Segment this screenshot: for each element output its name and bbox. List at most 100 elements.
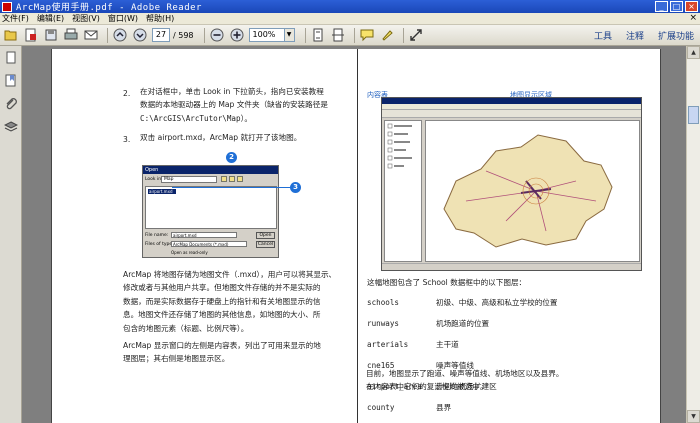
look-in-label: Look in: [145, 177, 163, 182]
arrow-up-icon [113, 28, 127, 42]
comments-tab[interactable]: 注释 [626, 29, 644, 42]
speech-bubble-icon [360, 29, 374, 42]
zoom-level-input[interactable]: 100% [248, 28, 285, 42]
print-button[interactable] [63, 27, 79, 43]
create-pdf-icon [25, 28, 36, 42]
step-2-text: 在对话框中，单击 Look in 下拉箭头，指向已安装教程 数据的本地驱动器上的… [140, 85, 355, 125]
arcmap-screenshot [381, 97, 642, 271]
next-page-button[interactable] [132, 27, 148, 43]
scroll-up-button[interactable]: ▲ [687, 46, 700, 59]
layer-name: arterials [367, 340, 409, 349]
highlight-button[interactable] [379, 27, 395, 43]
expand-button[interactable] [408, 27, 424, 43]
list-number: 2. [123, 89, 131, 98]
arrow-down-icon [133, 28, 147, 42]
bookmarks-button[interactable] [3, 73, 19, 89]
minimize-button[interactable]: _ [655, 1, 668, 12]
tools-tab[interactable]: 工具 [594, 29, 612, 42]
callout-3-line [172, 187, 290, 188]
fit-page-icon [313, 28, 323, 42]
layer-name: runways [367, 319, 400, 328]
comment-button[interactable] [359, 27, 375, 43]
menu-bar: 文件(F) 编辑(E) 视图(V) 窗口(W) 帮助(H) × [0, 13, 700, 25]
layer-desc: 县界 [436, 403, 452, 412]
bookmark-icon [5, 74, 16, 87]
minus-circle-icon [210, 28, 224, 42]
zoom-in-button[interactable] [229, 27, 245, 43]
layer-desc: 初级、中级、高级和私立学校的位置 [436, 298, 558, 307]
callout-2: 2 [226, 152, 237, 163]
paragraph-line: 包含的地图元素（标题、比例尺等）。 [123, 323, 249, 333]
outro-line: 在内容表中它们的复选框均被选中。 [366, 382, 488, 392]
page-number-input[interactable]: 27 [152, 28, 170, 42]
email-icon [84, 30, 98, 40]
arcmap-statusbar [382, 263, 641, 270]
list-number: 3. [123, 135, 131, 144]
paragraph-line: ArcMap 显示窗口的左侧是内容表，列出了可用来显示的地 [123, 341, 321, 350]
menu-file[interactable]: 文件(F) [2, 13, 29, 24]
callout-3: 3 [290, 182, 301, 193]
menu-window[interactable]: 窗口(W) [108, 13, 138, 24]
plus-circle-icon [230, 28, 244, 42]
readonly-checkbox-label: Open as read-only [171, 250, 208, 255]
layers-button[interactable] [3, 119, 19, 135]
save-button[interactable] [43, 27, 59, 43]
fit-page-button[interactable] [310, 27, 326, 43]
menu-help[interactable]: 帮助(H) [146, 13, 174, 24]
maximize-button[interactable]: □ [670, 1, 683, 12]
paperclip-icon [6, 98, 17, 110]
page-thumbnails-button[interactable] [3, 50, 19, 66]
toolbar-separator [353, 27, 355, 43]
navigation-pane [0, 46, 22, 423]
toolbar-separator [304, 27, 306, 43]
filename-label: File name: [145, 233, 169, 238]
dialog-title: Open [143, 166, 278, 174]
paragraph-line: 息。地图文件还存储了地图的其他信息，如地图的大小、所 [123, 310, 321, 320]
title-bar: ArcMap使用手册.pdf - Adobe Reader _ □ × [0, 0, 700, 13]
layer-desc: 主干道 [436, 340, 459, 349]
mxd-paragraph: ArcMap 将地图存储为地图文件（.mxd），用户可以将其显示、 修改或者与其… [123, 268, 355, 335]
open-folder-icon [4, 30, 17, 41]
layer-name: county [367, 403, 395, 412]
dialog-open-button: Open [256, 232, 275, 239]
toc-layers-icon [387, 123, 412, 169]
print-icon [64, 28, 78, 40]
dialog-tool-icons [221, 176, 243, 182]
scroll-thumb[interactable] [688, 106, 699, 124]
email-button[interactable] [83, 27, 99, 43]
step-3-text: 双击 airport.mxd，ArcMap 就打开了该地图。 [140, 133, 302, 142]
layer-desc: 机场跑道的位置 [436, 319, 490, 328]
zoom-dropdown-button[interactable]: ▼ [284, 28, 295, 42]
zoom-out-button[interactable] [209, 27, 225, 43]
menu-edit[interactable]: 编辑(E) [37, 13, 64, 24]
toolbar: 27 / 598 100% ▼ 工具 注释 扩展功能 [0, 25, 700, 46]
paragraph-line: 数据，而是实际数据存于硬盘上的指针和有关地图显示的信 [123, 296, 321, 306]
scroll-down-button[interactable]: ▼ [687, 410, 700, 423]
save-icon [45, 29, 57, 41]
dialog-cancel-button: Cancel [256, 241, 275, 248]
arcmap-map-view [425, 120, 640, 262]
arcmap-table-of-contents [384, 120, 422, 262]
close-button[interactable]: × [685, 1, 698, 12]
attachments-button[interactable] [3, 96, 19, 112]
highlighter-icon [381, 30, 393, 41]
layers-icon [4, 121, 18, 132]
previous-page-button[interactable] [112, 27, 128, 43]
fit-width-icon [331, 28, 344, 42]
step-2-line: 数据的本地驱动器上的 Map 文件夹（缺省的安装路径是 [140, 100, 328, 110]
paragraph-line: 修改或者与其他用户共享。但地图文件存储的并不是实际的 [123, 283, 321, 293]
toolbar-separator [203, 27, 205, 43]
create-pdf-button[interactable] [23, 27, 39, 43]
vertical-scrollbar[interactable]: ▲ ▼ [686, 46, 700, 423]
pages-icon [6, 51, 16, 64]
fit-width-button[interactable] [330, 27, 346, 43]
filetype-field: ArcMap Documents (*.mxd) [171, 241, 247, 247]
open-button[interactable] [3, 27, 19, 43]
menu-view[interactable]: 视图(V) [72, 13, 100, 24]
layer-name: schools [367, 298, 400, 307]
extended-tab[interactable]: 扩展功能 [658, 29, 694, 42]
window-title: ArcMap使用手册.pdf - Adobe Reader [16, 3, 202, 13]
layers-intro: 这幅地图包含了 School 数据框中的以下图层： [367, 278, 527, 287]
layers-outro-text: 目前，地图显示了跑道、噪声等值线、机场地区以及县界。 在内容表中它们的复选框均被… [366, 367, 666, 394]
document-close-button[interactable]: × [689, 13, 697, 23]
